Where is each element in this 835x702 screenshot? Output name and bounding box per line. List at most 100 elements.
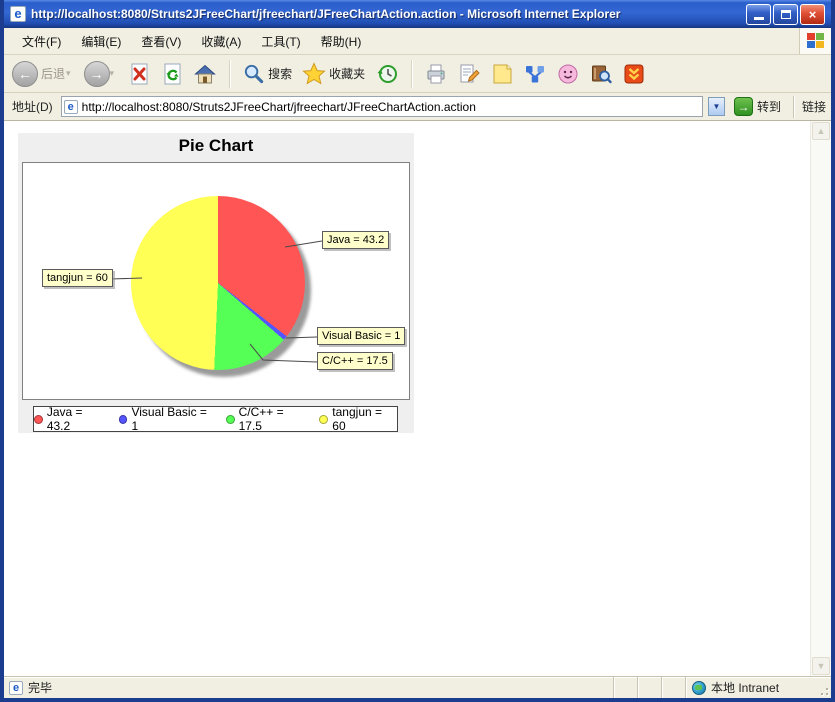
minimize-icon xyxy=(753,17,764,20)
menu-favorites[interactable]: 收藏(A) xyxy=(191,29,251,54)
status-bar: e 完毕 本地 Intranet xyxy=(4,676,831,698)
go-button[interactable]: → 转到 xyxy=(730,96,785,117)
toolbar-separator xyxy=(229,59,231,88)
address-separator xyxy=(792,95,794,118)
menu-help[interactable]: 帮助(H) xyxy=(311,29,372,54)
scroll-up-button[interactable]: ▲ xyxy=(812,122,830,140)
ie-page-icon: e xyxy=(10,6,26,22)
status-page-icon: e xyxy=(9,680,23,695)
status-pane xyxy=(661,677,685,698)
window-title: http://localhost:8080/Struts2JFreeChart/… xyxy=(31,7,621,21)
ie-page-icon: e xyxy=(63,99,78,114)
legend-color-icon xyxy=(225,414,235,424)
address-label: 地址(D) xyxy=(12,100,53,114)
search-label: 搜索 xyxy=(268,67,293,81)
scroll-down-icon: ▼ xyxy=(816,661,826,671)
security-zone-label: 本地 Intranet xyxy=(711,681,780,695)
home-icon xyxy=(194,64,216,83)
stop-button[interactable] xyxy=(125,60,153,88)
back-icon: ← xyxy=(12,60,38,87)
close-icon: × xyxy=(808,6,817,22)
legend-color-icon xyxy=(34,414,43,424)
favorites-button[interactable]: 收藏夹 xyxy=(300,60,368,88)
forward-icon: → xyxy=(83,60,110,87)
print-icon xyxy=(427,64,445,83)
close-button[interactable]: × xyxy=(800,3,825,25)
legend-label: tangjun = 60 xyxy=(332,405,383,433)
go-arrow-icon: → xyxy=(733,97,753,116)
refresh-button[interactable] xyxy=(158,60,186,88)
qq-face-icon xyxy=(558,64,578,83)
minimize-button[interactable] xyxy=(746,3,771,25)
forward-button[interactable]: → ▾ xyxy=(82,59,121,89)
history-button[interactable] xyxy=(373,60,401,88)
chevron-down-icon: ▼ xyxy=(712,102,721,111)
menu-bar: 文件(F) 编辑(E) 查看(V) 收藏(A) 工具(T) 帮助(H) xyxy=(4,28,831,55)
edit-button[interactable] xyxy=(455,60,483,88)
browser-window: e http://localhost:8080/Struts2JFreeChar… xyxy=(0,0,835,702)
search-icon xyxy=(244,64,264,84)
menu-edit[interactable]: 编辑(E) xyxy=(71,29,131,54)
security-zone-pane: 本地 Intranet xyxy=(685,677,815,698)
status-pane xyxy=(613,677,637,698)
maximize-button[interactable] xyxy=(773,3,798,25)
vertical-scrollbar[interactable]: ▲ ▼ xyxy=(810,121,831,676)
legend-item: Java = 43.2 xyxy=(34,405,108,433)
stop-icon xyxy=(131,63,148,84)
menu-file[interactable]: 文件(F) xyxy=(12,29,71,54)
download-icon xyxy=(624,64,644,83)
legend-item: C/C++ = 17.5 xyxy=(225,405,309,433)
favorites-label: 收藏夹 xyxy=(329,67,366,81)
note-button[interactable] xyxy=(488,60,516,88)
maximize-icon xyxy=(780,9,791,19)
legend-color-icon xyxy=(118,414,128,424)
status-pane xyxy=(637,677,661,698)
toolbar-separator xyxy=(411,59,413,88)
links-label[interactable]: 链接 xyxy=(802,98,826,115)
messenger-icon xyxy=(526,65,545,82)
scroll-down-button[interactable]: ▼ xyxy=(812,657,830,675)
book-search-icon xyxy=(592,65,612,83)
windows-logo-panel xyxy=(799,28,831,54)
favorites-star-icon xyxy=(302,61,326,85)
flashget-button[interactable] xyxy=(620,60,648,88)
note-icon xyxy=(493,64,512,83)
research-button[interactable] xyxy=(587,60,615,88)
legend-item: tangjun = 60 xyxy=(319,405,397,433)
back-label: 后退 xyxy=(41,67,66,81)
legend-label: Visual Basic = 1 xyxy=(131,405,207,433)
history-icon xyxy=(377,64,398,83)
legend-label: C/C++ = 17.5 xyxy=(238,405,284,433)
address-dropdown-button[interactable]: ▼ xyxy=(707,97,725,116)
intranet-globe-icon xyxy=(692,680,706,695)
search-button[interactable]: 搜索 xyxy=(240,60,295,87)
messenger-button[interactable] xyxy=(521,60,549,88)
pie-chart-image: Pie Chart Java = 43.2 Visual Basic = 1 C/C… xyxy=(18,133,414,433)
chart-legend: Java = 43.2 Visual Basic = 1 C/C++ = 17.5 t… xyxy=(33,405,398,433)
back-dropdown-icon[interactable]: ▾ xyxy=(66,68,71,79)
pie-callout-label: Java = 43.2 xyxy=(322,231,390,249)
plot-area: Java = 43.2 Visual Basic = 1 C/C++ = 17.5 t… xyxy=(22,162,410,400)
address-input[interactable]: e http://localhost:8080/Struts2JFreeChar… xyxy=(60,96,703,117)
menu-tools[interactable]: 工具(T) xyxy=(251,29,310,54)
address-bar: 地址(D) e http://localhost:8080/Struts2JFr… xyxy=(4,93,831,121)
print-button[interactable] xyxy=(422,60,450,88)
back-button[interactable]: ← 后退 ▾ xyxy=(10,59,77,89)
scroll-up-icon: ▲ xyxy=(816,126,826,136)
forward-dropdown-icon[interactable]: ▾ xyxy=(110,68,115,79)
pie-callout-label: Visual Basic = 1 xyxy=(317,327,406,345)
qq-button[interactable] xyxy=(554,60,582,88)
resize-grip[interactable] xyxy=(815,677,831,698)
pie-callout-label: C/C++ = 17.5 xyxy=(317,352,393,370)
refresh-icon xyxy=(164,63,181,84)
pie-callout-label: tangjun = 60 xyxy=(42,269,113,287)
home-button[interactable] xyxy=(191,60,219,88)
chart-title: Pie Chart xyxy=(178,136,254,155)
toolbar: ← 后退 ▾ → ▾ 搜索 收藏夹 xyxy=(4,55,831,93)
go-label: 转到 xyxy=(756,100,781,114)
page-content: Pie Chart Java = 43.2 Visual Basic = 1 C/C… xyxy=(4,121,831,676)
windows-logo-icon xyxy=(806,33,825,49)
menu-view[interactable]: 查看(V) xyxy=(131,29,191,54)
title-bar[interactable]: e http://localhost:8080/Struts2JFreeChar… xyxy=(4,0,831,28)
legend-color-icon xyxy=(319,414,329,424)
